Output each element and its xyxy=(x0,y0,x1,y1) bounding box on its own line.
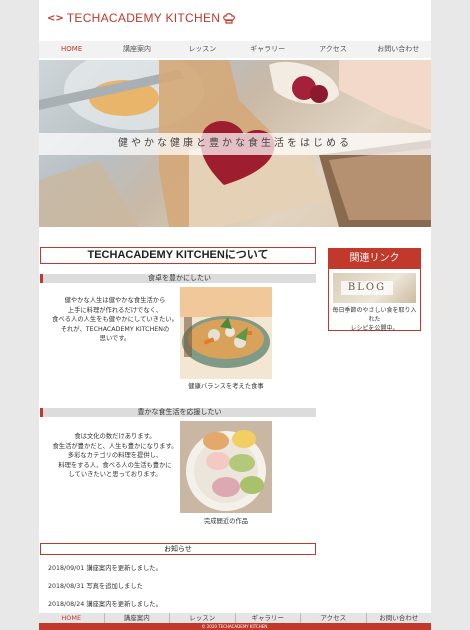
footer-nav-access[interactable]: アクセス xyxy=(301,613,367,623)
nav-lessons[interactable]: レッスン xyxy=(170,41,235,58)
section-heading-1: 食卓を豊かにしたい xyxy=(40,274,316,283)
nav-home[interactable]: HOME xyxy=(39,41,104,58)
nav-contact[interactable]: お問い合わせ xyxy=(366,41,431,58)
news-text: 講座案内を更新しました。 xyxy=(86,565,162,572)
news-item[interactable]: 2018/08/31 写真を追加しました xyxy=(48,581,143,590)
nav-access[interactable]: アクセス xyxy=(300,41,365,58)
text-line: 食は文化の数だけあります。 xyxy=(74,433,156,440)
blog-banner[interactable]: BLOG xyxy=(333,273,416,303)
logo-text: TECHACADEMY KITCHEN xyxy=(67,11,221,25)
text-line: それが、TECHACADEMY KITCHENの xyxy=(60,325,170,333)
section-text-1: 健やかな人生は健やかな食生活から 上手に料理が作れるだけでなく、 食べる人の人生… xyxy=(40,296,190,344)
nav-courses[interactable]: 講座案内 xyxy=(104,41,169,58)
news-item[interactable]: 2018/09/01 講座案内を更新しました。 xyxy=(48,563,162,572)
about-heading: TECHACADEMY KITCHENについて xyxy=(40,247,316,264)
global-nav: HOME 講座案内 レッスン ギャラリー アクセス お問い合わせ xyxy=(39,41,431,58)
chef-hat-icon xyxy=(223,12,236,24)
hero-image: 健やかな健康と豊かな食生活をはじめる xyxy=(39,60,431,227)
nav-gallery[interactable]: ギャラリー xyxy=(235,41,300,58)
news-text: 写真を追加しました xyxy=(86,583,143,590)
footer-nav-courses[interactable]: 講座案内 xyxy=(105,613,170,623)
related-links-heading: 関連リンク xyxy=(328,248,421,269)
text-line: 多彩なカテゴリの料理を提供し、 xyxy=(67,452,163,460)
logo-text-kitchen: KITCHEN xyxy=(161,11,221,25)
footer-nav-lessons[interactable]: レッスン xyxy=(170,613,236,623)
news-date: 2018/08/31 xyxy=(48,583,85,590)
meal-photo xyxy=(180,287,272,379)
photo-caption-2: 完成間近の作品 xyxy=(203,518,249,525)
text-line: 上手に料理が作れるだけでなく、 xyxy=(67,306,163,314)
text-line: 毎日季節のやさしい食を取り入れた xyxy=(332,307,417,323)
related-links-box: BLOG 毎日季節のやさしい食を取り入れた レシピを公開中。 xyxy=(328,269,421,333)
footer-nav-contact[interactable]: お問い合わせ xyxy=(367,613,432,623)
text-line: していきたいと思っております。 xyxy=(68,471,162,479)
text-line: 料理をする人、食べる人の生活も豊かに xyxy=(58,461,172,469)
site-logo[interactable]: <> TECHACADEMY KITCHEN xyxy=(47,9,236,27)
news-date: 2018/09/01 xyxy=(48,565,85,572)
blog-banner-label: BLOG xyxy=(341,281,393,295)
text-line: レシピを公開中。 xyxy=(350,325,399,332)
logo-brackets: <> xyxy=(47,12,64,24)
text-line: 食べる人の人生をも健やかにしていきたい。 xyxy=(52,316,178,324)
page: <> TECHACADEMY KITCHEN HOME 講座案内 レッスン ギャ… xyxy=(39,0,431,630)
section-heading-2: 豊かな食生活を応援したい xyxy=(40,408,316,417)
photo-caption-1: 健康バランスを考えた食事 xyxy=(188,383,264,390)
footer-nav: HOME 講座案内 レッスン ギャラリー アクセス お問い合わせ xyxy=(39,613,431,623)
footer-nav-gallery[interactable]: ギャラリー xyxy=(236,613,301,623)
text-line: 思いです。 xyxy=(99,335,131,343)
news-date: 2018/08/24 xyxy=(48,601,85,608)
blog-description: 毎日季節のやさしい食を取り入れた レシピを公開中。 xyxy=(331,306,418,333)
text-line: 食生活が豊かだと、人生も豊かになります。 xyxy=(52,442,178,450)
logo-text-tech: TECHACADEMY xyxy=(66,11,162,25)
footer-nav-home[interactable]: HOME xyxy=(39,613,105,623)
section-text-2: 食は文化の数だけあります。 食生活が豊かだと、人生も豊かになります。 多彩なカテ… xyxy=(40,432,190,480)
copyright: © 2020 TECHACADEMY KITCHEN. xyxy=(39,623,431,630)
news-text: 講座案内を更新しました。 xyxy=(86,601,162,608)
macaron-photo xyxy=(180,421,272,513)
news-item[interactable]: 2018/08/24 講座案内を更新しました。 xyxy=(48,599,162,608)
hero-tagline: 健やかな健康と豊かな食生活をはじめる xyxy=(118,138,352,149)
text-line: 健やかな人生は健やかな食生活から xyxy=(64,297,166,304)
news-heading: お知らせ xyxy=(40,543,316,555)
